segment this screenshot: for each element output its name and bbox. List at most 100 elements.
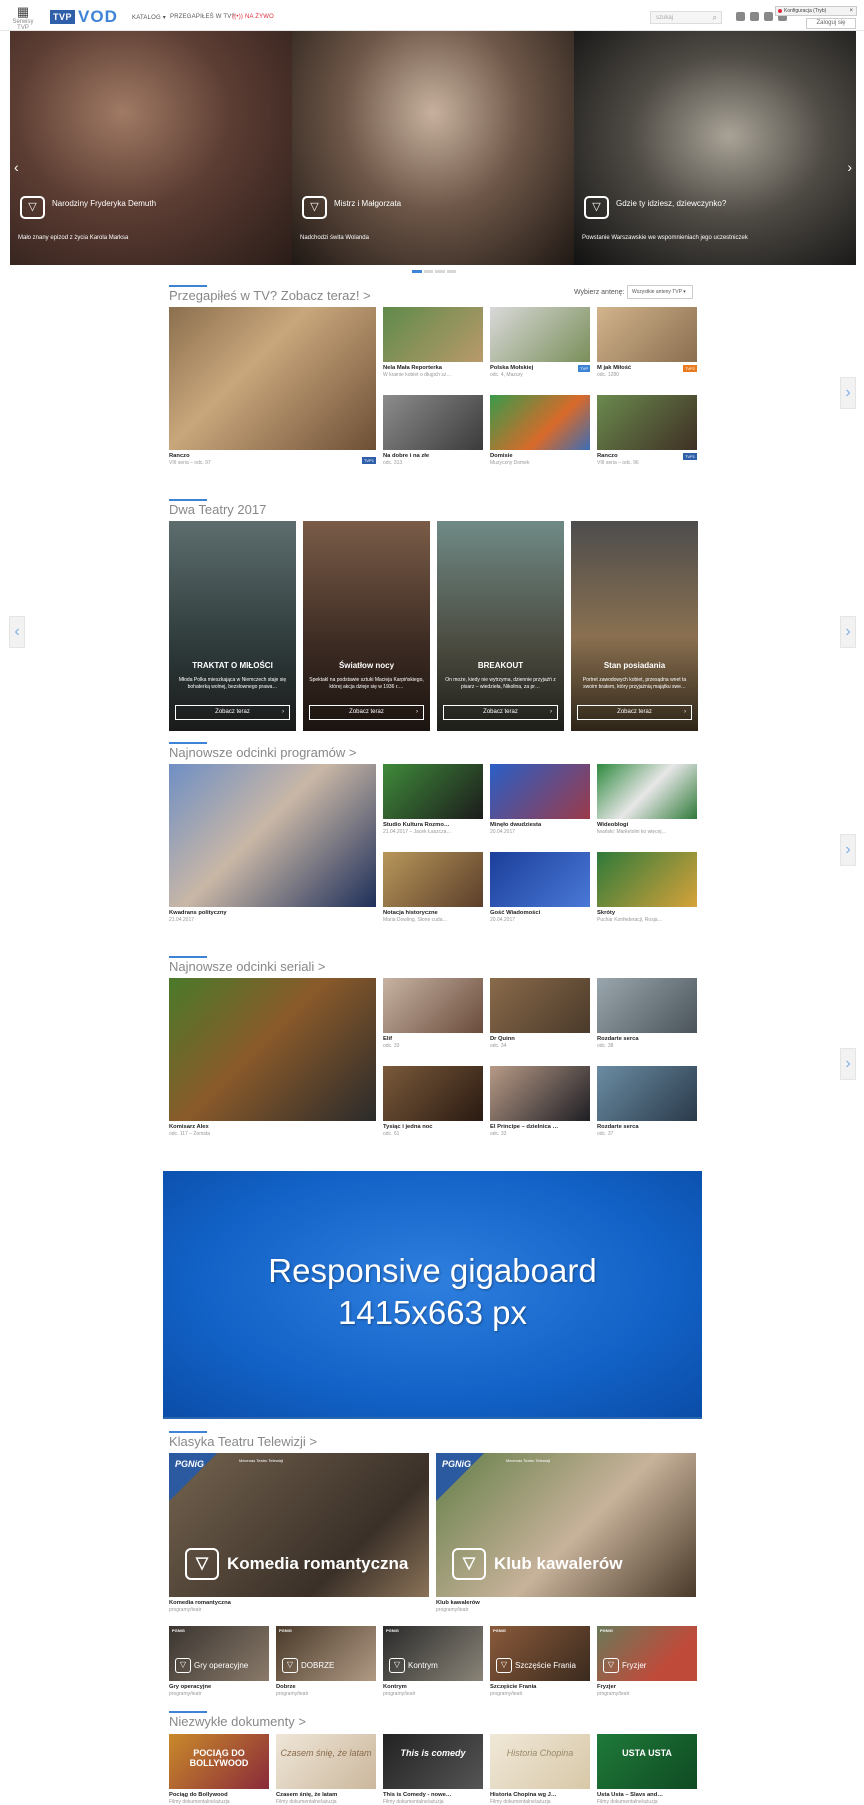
tile-title: Pociąg do Bollywood	[169, 1792, 228, 1798]
hero-dot[interactable]	[412, 270, 422, 273]
tvp-badge-icon: ▽	[282, 1658, 298, 1673]
hero-dot[interactable]	[446, 270, 456, 273]
hero-dot[interactable]	[435, 270, 445, 273]
hero-next-arrow-icon[interactable]: ›	[847, 159, 852, 175]
antenna-select[interactable]: Wszystkie anteny TVP ▾	[627, 285, 693, 299]
apps-menu-button[interactable]: ▦ Serwisy TVP	[6, 4, 40, 32]
thumbnail	[169, 978, 376, 1121]
list-item[interactable]: This is comedy This is Comedy - nowe… Fi…	[383, 1734, 483, 1805]
list-item[interactable]: Notacja historyczne Maria Dowling. Słone…	[383, 852, 483, 923]
section-title[interactable]: Klasyka Teatru Telewizji >	[169, 1434, 699, 1449]
next-arrow-icon[interactable]: ›	[840, 616, 856, 648]
next-arrow-icon[interactable]: ›	[840, 1048, 856, 1080]
notification-popup[interactable]: Konfiguracja (Tryb) ×	[775, 6, 857, 16]
instagram-icon[interactable]	[750, 12, 759, 21]
tile-title: Domisie	[490, 453, 513, 459]
notification-text: Konfiguracja (Tryb)	[784, 8, 827, 14]
list-item[interactable]: PGNiG ▽ Fryzjer Fryzjer programy/teatr	[597, 1626, 697, 1697]
thumbnail	[490, 1066, 590, 1121]
section-accent	[169, 1431, 207, 1433]
tile-title: Szczęście Frania	[490, 1684, 537, 1690]
watch-now-button[interactable]: › Zobacz teraz	[175, 705, 290, 720]
watch-now-button[interactable]: › Zobacz teraz	[443, 705, 558, 720]
next-arrow-icon[interactable]: ›	[840, 377, 856, 409]
theatre-poster[interactable]: Stan posiadania Portret zawodowych kobie…	[571, 521, 698, 731]
list-item[interactable]: Studio Kultura Rozmo… 21.04.2017 – Jacek…	[383, 764, 483, 835]
list-item[interactable]: TVP Polska Mołskiej odc. 4, Mazury	[490, 307, 590, 378]
section-title[interactable]: Dwa Teatry 2017	[169, 502, 699, 517]
list-item[interactable]: PGNiG ▽ DOBRZE Dobrze programy/teatr	[276, 1626, 376, 1697]
tile-subtitle: Puchar Konfederacji, Rosja…	[597, 917, 663, 923]
list-item[interactable]: Nela Mała Reporterka W krainie kobiet o …	[383, 307, 483, 378]
section-title[interactable]: Najnowsze odcinki programów >	[169, 745, 699, 760]
nav-catalog[interactable]: KATALOG ▾	[132, 14, 166, 21]
tile-subtitle: programy/teatr	[383, 1691, 416, 1697]
classic-banner: PGNiG ▽ Fryzjer	[597, 1626, 697, 1681]
list-item[interactable]: El Principe – dzielnica … odc. 33	[490, 1066, 590, 1137]
hero-prev-arrow-icon[interactable]: ‹	[14, 159, 19, 175]
tile-title: Gry operacyjne	[169, 1684, 212, 1690]
list-item[interactable]: PGNiG ▽ Gry operacyjne Gry operacyjne pro…	[169, 1626, 269, 1697]
list-item[interactable]: POCIĄG DO BOLLYWOOD Pociąg do Bollywood …	[169, 1734, 269, 1805]
section-accent	[169, 499, 207, 501]
hero-pagination	[412, 270, 456, 273]
nav-live[interactable]: ((•)) NA ŻYWO	[232, 14, 274, 20]
list-item[interactable]: PGNiG Mecenas Teatru Telewizji ▽ Komedia …	[169, 1453, 429, 1613]
list-item[interactable]: PGNiG ▽ Szczęście Frania Szczęście Frania…	[490, 1626, 590, 1697]
list-item[interactable]: Minęło dwudziesta 20.04.2017	[490, 764, 590, 835]
login-button[interactable]: Zaloguj się	[806, 18, 856, 29]
section-title[interactable]: Niezwykłe dokumenty >	[169, 1714, 699, 1729]
tile-subtitle: 21.04.2017	[169, 917, 195, 923]
list-item[interactable]: USTA USTA Usta Usta – Slavs and… Filmy d…	[597, 1734, 697, 1805]
ad-gigaboard[interactable]: Responsive gigaboard 1415x663 px	[163, 1171, 702, 1419]
list-item[interactable]: Domisie Muzyczny Domek	[490, 395, 590, 466]
tile-subtitle: programy/teatr	[490, 1691, 523, 1697]
list-item[interactable]: Rozdarte serca odc. 38	[597, 978, 697, 1049]
list-item[interactable]: Elif odc. 33	[383, 978, 483, 1049]
hero-slide[interactable]: ▽ Mistrz i Małgorzata Nadchodzi świta Wo…	[292, 31, 574, 265]
tvp-vod-logo[interactable]: TVP VOD	[50, 7, 118, 26]
list-item[interactable]: Czasem śnię, że latam Czasem śnię, że la…	[276, 1734, 376, 1805]
list-item[interactable]: Kwadrans polityczny 21.04.2017	[169, 764, 376, 923]
tile-subtitle: odc. 1280	[597, 372, 619, 378]
watch-now-button[interactable]: › Zobacz teraz	[577, 705, 692, 720]
theatre-poster[interactable]: Światłow nocy Spektakl na podstawie sztu…	[303, 521, 430, 731]
twitter-icon[interactable]	[764, 12, 773, 21]
tile-subtitle: Maria Dowling. Słone cuda…	[383, 917, 448, 923]
prev-arrow-icon[interactable]: ‹	[9, 616, 25, 648]
watch-now-button[interactable]: › Zobacz teraz	[309, 705, 424, 720]
search-input[interactable]: szukaj ⌕	[650, 11, 722, 24]
list-item[interactable]: PGNiG ▽ Kontrym Kontrym programy/teatr	[383, 1626, 483, 1697]
next-arrow-icon[interactable]: ›	[840, 834, 856, 866]
list-item[interactable]: PGNiG Mecenas Teatru Telewizji ▽ Klub kaw…	[436, 1453, 696, 1613]
list-item[interactable]: Komisarz Alex odc. 117 – Zemsta	[169, 978, 376, 1137]
list-item[interactable]: Wideoblogi Iwański: Marketolni ko więcej…	[597, 764, 697, 835]
hero-slide[interactable]: ▽ Gdzie ty idziesz, dziewczynko? Powstan…	[574, 31, 856, 265]
nav-missed-tv[interactable]: PRZEGAPIŁEŚ W TV?	[170, 14, 235, 20]
search-icon[interactable]: ⌕	[713, 13, 717, 23]
tile-subtitle: Filmy dokumentalne/ażuzja	[276, 1799, 337, 1805]
list-item[interactable]: Tysiąc i jedna noc odc. 61	[383, 1066, 483, 1137]
list-item[interactable]: TVP2 M jak Miłość odc. 1280	[597, 307, 697, 378]
theatre-poster[interactable]: TRAKTAT O MIŁOŚCI Młoda Polka mieszkając…	[169, 521, 296, 731]
thumbnail: This is comedy	[383, 1734, 483, 1789]
hero-dot[interactable]	[423, 270, 433, 273]
list-item[interactable]: Dr Quinn odc. 34	[490, 978, 590, 1049]
list-item[interactable]: TVP1 Ranczo VIII seria – odc. 97	[169, 307, 376, 466]
tile-subtitle: odc. 38	[597, 1043, 614, 1049]
theatre-poster[interactable]: BREAKOUT On może, kiedy nie wytrzyma, dz…	[437, 521, 564, 731]
list-item[interactable]: Skróty Puchar Konfederacji, Rosja…	[597, 852, 697, 923]
facebook-icon[interactable]	[736, 12, 745, 21]
doc-art-title: Historia Chopina	[506, 1748, 574, 1758]
close-icon[interactable]: ×	[849, 7, 853, 15]
list-item[interactable]: Rozdarte serca odc. 37	[597, 1066, 697, 1137]
list-item[interactable]: Na dobre i na złe odc. 313	[383, 395, 483, 466]
channel-badge: TVP2	[682, 365, 697, 372]
section-title[interactable]: Najnowsze odcinki seriali >	[169, 959, 699, 974]
list-item[interactable]: Gość Wiadomości 20.04.2017	[490, 852, 590, 923]
grid-icon: ▦	[16, 4, 30, 19]
hero-slide[interactable]: ▽ Narodziny Fryderyka Demuth Mało znany …	[10, 31, 292, 265]
list-item[interactable]: TVP1 Ranczo VIII seria – odc. 96	[597, 395, 697, 466]
classic-banner: PGNiG Mecenas Teatru Telewizji ▽ Komedia …	[169, 1453, 429, 1597]
list-item[interactable]: Historia Chopina Historia Chopina wg J… …	[490, 1734, 590, 1805]
